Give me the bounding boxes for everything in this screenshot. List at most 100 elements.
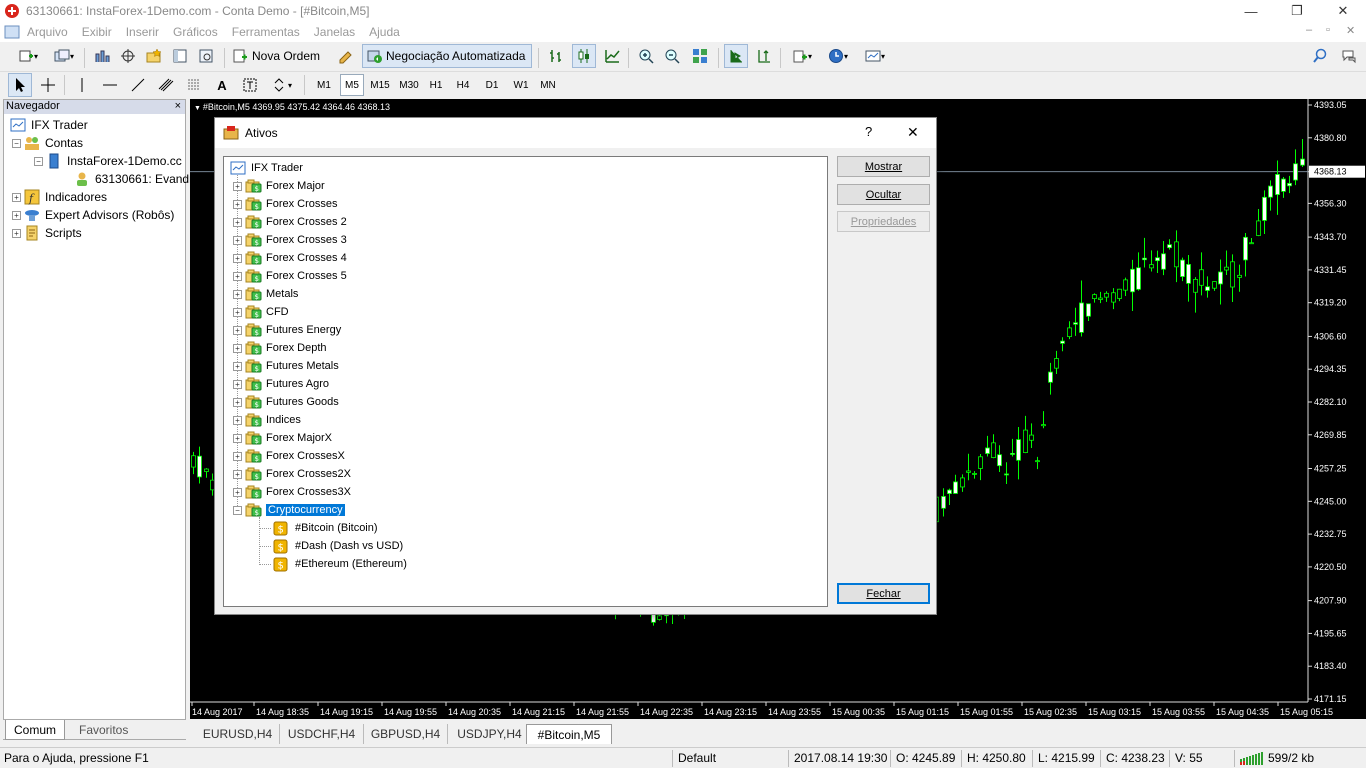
expand-toggle[interactable]: + [233,433,242,443]
expand-toggle[interactable]: + [233,325,242,335]
collapse-toggle[interactable]: − [34,156,43,166]
templates-button[interactable]: ▾ [858,44,892,68]
tree-group[interactable]: + $ Futures Agro [233,375,329,393]
channel-tool[interactable] [154,73,178,97]
cursor-tool[interactable] [8,73,32,97]
tree-root[interactable]: IFX Trader [230,159,303,177]
nav-account[interactable]: 63130661: Evandr [74,170,193,188]
expand-toggle[interactable]: + [233,289,242,299]
expand-toggle[interactable]: + [12,192,21,202]
tree-group[interactable]: + $ Forex Crosses 2 [233,213,347,231]
mdi-minimize-button[interactable]: – [1306,24,1312,36]
expand-toggle[interactable]: + [233,343,242,353]
collapse-toggle[interactable]: − [233,505,242,515]
symbols-tree[interactable]: IFX Trader + $ Forex Major + $ Forex Crosses + $… [223,156,828,607]
tile-windows-button[interactable] [688,44,712,68]
tree-group[interactable]: + $ Forex Crosses3X [233,483,351,501]
menu-inserir[interactable]: Inserir [119,25,166,39]
arrows-tool[interactable]: ▾ [266,73,298,97]
expand-toggle[interactable]: + [12,228,21,238]
period-h4[interactable]: H4 [452,74,474,96]
periodicity-button[interactable]: ▾ [822,44,854,68]
expand-toggle[interactable]: + [233,379,242,389]
expand-toggle[interactable]: + [233,397,242,407]
auto-trading-button[interactable]: Negociação Automatizada [362,44,532,68]
line-chart-button[interactable] [600,44,624,68]
metaeditor-button[interactable] [334,44,358,68]
period-w1[interactable]: W1 [509,74,533,96]
mdi-close-button[interactable]: ✕ [1346,24,1355,37]
tree-group[interactable]: + $ Forex Depth [233,339,327,357]
tree-group[interactable]: + $ Forex Crosses 4 [233,249,347,267]
expand-toggle[interactable]: + [233,253,242,263]
collapse-toggle[interactable]: − [12,138,21,148]
zoom-out-button[interactable] [660,44,684,68]
dialog-close-button[interactable]: ✕ [907,124,919,141]
nav-accounts[interactable]: − Contas [12,134,83,152]
horizontal-line-tool[interactable] [98,73,122,97]
dialog-help-button[interactable]: ? [865,124,872,139]
chart-tab-eurusd[interactable]: EURUSD,H4 [196,724,280,744]
tree-group[interactable]: + $ Forex MajorX [233,429,332,447]
period-m1[interactable]: M1 [312,74,336,96]
expand-toggle[interactable]: + [233,415,242,425]
vertical-line-tool[interactable] [70,73,94,97]
tree-group[interactable]: + $ Indices [233,411,301,429]
close-button[interactable]: Fechar [837,583,930,604]
tree-group[interactable]: + $ Forex CrossesX [233,447,345,465]
expand-toggle[interactable]: + [233,487,242,497]
chart-tab-gbpusd[interactable]: GBPUSD,H4 [364,724,448,744]
candlestick-button[interactable] [572,44,596,68]
period-h1[interactable]: H1 [425,74,447,96]
expand-toggle[interactable]: + [233,235,242,245]
close-window-button[interactable]: ✕ [1320,0,1366,22]
tree-group[interactable]: − $ Cryptocurrency [233,501,345,519]
chart-shift-button[interactable] [752,44,776,68]
autoscroll-button[interactable] [724,44,748,68]
tree-symbol[interactable]: $ #Dash (Dash vs USD) [259,537,403,555]
expand-toggle[interactable]: + [233,217,242,227]
period-m15[interactable]: M15 [367,74,393,96]
zoom-in-button[interactable] [634,44,658,68]
minimize-button[interactable]: — [1228,0,1274,22]
nav-scripts[interactable]: + Scripts [12,224,82,242]
tree-group[interactable]: + $ Futures Metals [233,357,339,375]
trendline-tool[interactable] [126,73,150,97]
crosshair-tool[interactable] [36,73,60,97]
expand-toggle[interactable]: + [233,469,242,479]
chart-tab-usdchf[interactable]: USDCHF,H4 [280,724,364,744]
market-watch-button[interactable] [90,44,114,68]
nav-server[interactable]: − InstaForex-1Demo.cc [34,152,182,170]
text-label-tool[interactable] [238,73,262,97]
show-button[interactable]: Mostrar [837,156,930,177]
menu-arquivo[interactable]: Arquivo [20,25,75,39]
expand-toggle[interactable]: + [233,307,242,317]
tree-symbol[interactable]: $ #Bitcoin (Bitcoin) [259,519,378,537]
tree-group[interactable]: + $ Futures Goods [233,393,339,411]
chat-button[interactable] [1336,44,1362,68]
properties-button[interactable]: Propriedades [837,211,930,232]
data-window-button[interactable] [116,44,140,68]
menu-exibir[interactable]: Exibir [75,25,119,39]
period-d1[interactable]: D1 [480,74,504,96]
tree-group[interactable]: + $ Forex Crosses 3 [233,231,347,249]
nav-indicators[interactable]: + f Indicadores [12,188,107,206]
tree-group[interactable]: + $ Forex Crosses [233,195,338,213]
new-chart-button[interactable]: ▾ [8,44,48,68]
tree-group[interactable]: + $ CFD [233,303,289,321]
strategy-tester-button[interactable] [194,44,218,68]
menu-janelas[interactable]: Janelas [307,25,362,39]
tree-group[interactable]: + $ Forex Crosses 5 [233,267,347,285]
profiles-button[interactable]: ▾ [48,44,80,68]
tree-group[interactable]: + $ Forex Crosses2X [233,465,351,483]
tab-comum[interactable]: Comum [5,720,66,740]
chart-tab-bitcoin[interactable]: #Bitcoin,M5 [526,724,612,744]
expand-toggle[interactable]: + [233,361,242,371]
expand-toggle[interactable]: + [233,271,242,281]
nav-root[interactable]: IFX Trader [10,116,88,134]
menu-ajuda[interactable]: Ajuda [362,25,407,39]
mdi-restore-button[interactable]: ▫ [1326,24,1330,36]
new-order-button[interactable]: Nova Ordem [232,44,330,68]
tree-group[interactable]: + $ Forex Major [233,177,325,195]
menu-graficos[interactable]: Gráficos [166,25,225,39]
